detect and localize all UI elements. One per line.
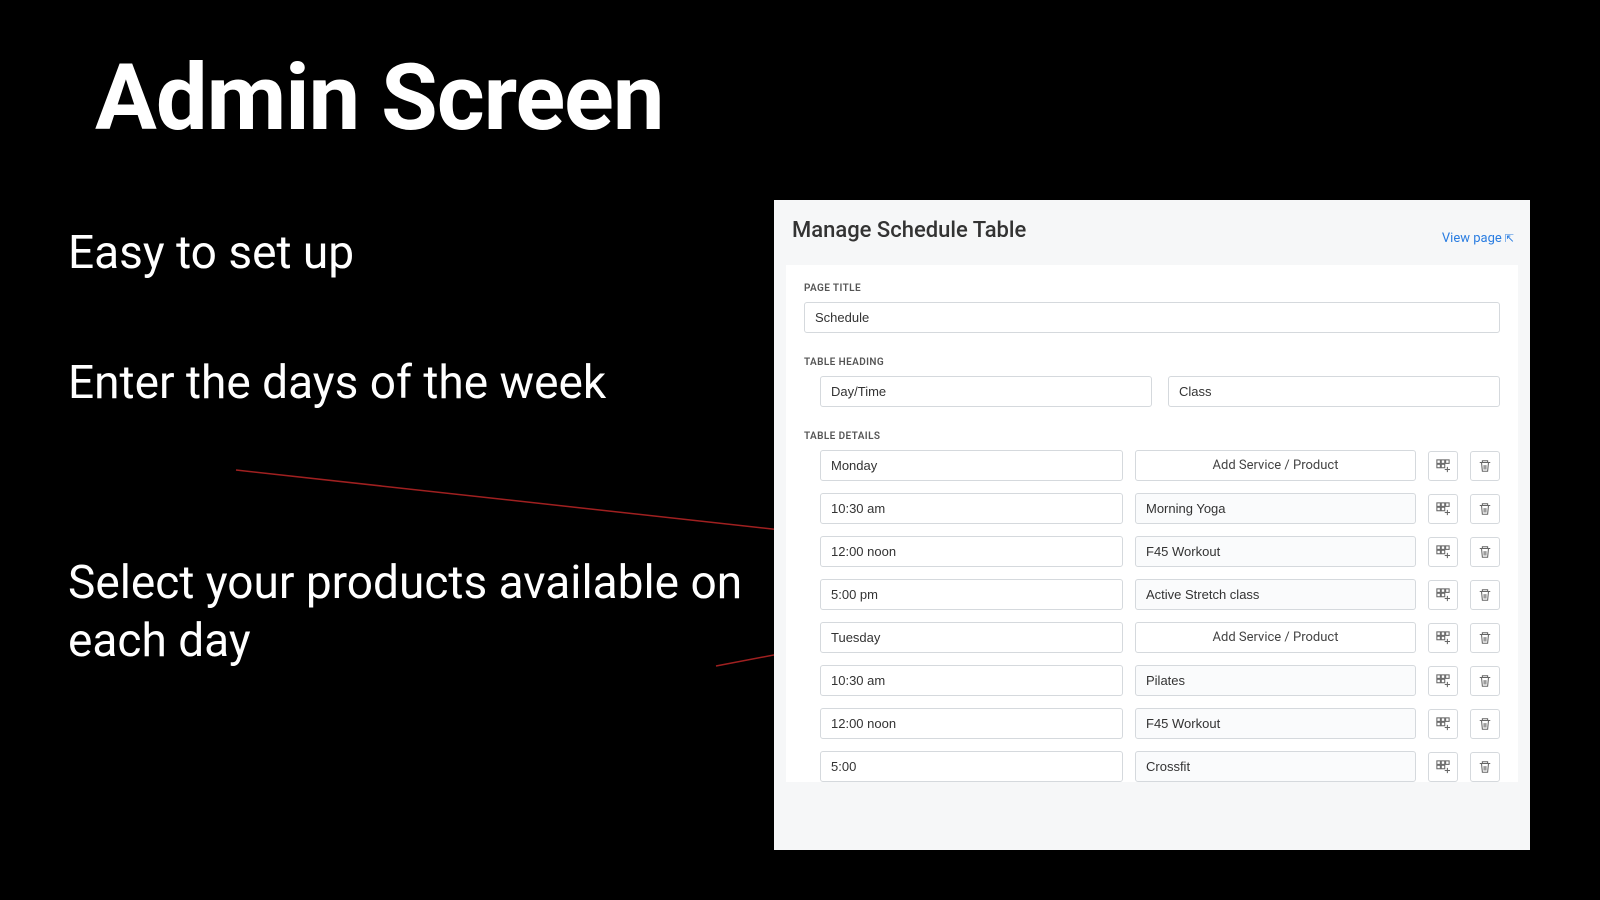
heading-col1-input[interactable] [820,376,1152,407]
row-left-input[interactable] [820,751,1123,782]
grid-plus-icon [1436,545,1450,559]
row-left-input[interactable] [820,708,1123,739]
row-right-cell [1135,536,1416,567]
row-left-input[interactable] [820,450,1123,481]
add-service-button[interactable]: Add Service / Product [1135,450,1416,481]
bullet-easy: Easy to set up [68,225,354,283]
add-row-button[interactable] [1428,580,1458,610]
page-title-input[interactable] [804,302,1500,333]
service-input[interactable] [1135,751,1416,782]
row-right-cell: Add Service / Product [1135,450,1416,481]
external-link-icon: ⇱ [1505,232,1514,245]
delete-row-button[interactable] [1470,580,1500,610]
delete-row-button[interactable] [1470,494,1500,524]
grid-plus-icon [1436,588,1450,602]
table-row [820,751,1500,782]
trash-icon [1478,588,1492,602]
table-row [820,708,1500,739]
form-card: PAGE TITLE TABLE HEADING TABLE DETAILS A… [786,265,1518,782]
grid-plus-icon [1436,760,1450,774]
table-heading-section: TABLE HEADING [804,357,1500,407]
row-right-cell [1135,579,1416,610]
add-row-button[interactable] [1428,666,1458,696]
trash-icon [1478,502,1492,516]
delete-row-button[interactable] [1470,666,1500,696]
trash-icon [1478,674,1492,688]
service-input[interactable] [1135,708,1416,739]
grid-plus-icon [1436,631,1450,645]
add-row-button[interactable] [1428,752,1458,782]
grid-plus-icon [1436,459,1450,473]
row-left-input[interactable] [820,579,1123,610]
row-right-cell: Add Service / Product [1135,622,1416,653]
table-row [820,579,1500,610]
add-service-button[interactable]: Add Service / Product [1135,622,1416,653]
service-input[interactable] [1135,579,1416,610]
grid-plus-icon [1436,502,1450,516]
add-row-button[interactable] [1428,623,1458,653]
service-input[interactable] [1135,665,1416,696]
slide-title: Admin Screen [95,45,663,152]
delete-row-button[interactable] [1470,451,1500,481]
row-left-input[interactable] [820,493,1123,524]
add-row-button[interactable] [1428,709,1458,739]
view-page-link[interactable]: View page⇱ [1442,231,1514,246]
row-right-cell [1135,708,1416,739]
add-row-button[interactable] [1428,451,1458,481]
page-title-section: PAGE TITLE [804,283,1500,333]
row-left-input[interactable] [820,536,1123,567]
row-right-cell [1135,493,1416,524]
row-left-input[interactable] [820,665,1123,696]
add-row-button[interactable] [1428,537,1458,567]
bullet-days: Enter the days of the week [68,355,606,413]
table-row [820,665,1500,696]
table-row: Add Service / Product [820,450,1500,481]
grid-plus-icon [1436,717,1450,731]
heading-col2-input[interactable] [1168,376,1500,407]
trash-icon [1478,760,1492,774]
trash-icon [1478,717,1492,731]
table-row: Add Service / Product [820,622,1500,653]
service-input[interactable] [1135,536,1416,567]
service-input[interactable] [1135,493,1416,524]
table-heading-label: TABLE HEADING [804,357,1500,368]
bullet-products: Select your products available on each d… [68,555,768,670]
table-details-section: TABLE DETAILS Add Service / Product [804,431,1500,782]
delete-row-button[interactable] [1470,537,1500,567]
delete-row-button[interactable] [1470,623,1500,653]
trash-icon [1478,631,1492,645]
add-row-button[interactable] [1428,494,1458,524]
table-row [820,536,1500,567]
delete-row-button[interactable] [1470,709,1500,739]
trash-icon [1478,459,1492,473]
admin-panel: Manage Schedule Table View page⇱ PAGE TI… [774,200,1530,850]
view-page-label: View page [1442,231,1502,246]
page-title-label: PAGE TITLE [804,283,1500,294]
table-details-label: TABLE DETAILS [804,431,1500,442]
row-left-input[interactable] [820,622,1123,653]
grid-plus-icon [1436,674,1450,688]
row-right-cell [1135,751,1416,782]
delete-row-button[interactable] [1470,752,1500,782]
row-right-cell [1135,665,1416,696]
panel-title: Manage Schedule Table [774,200,1530,253]
table-row [820,493,1500,524]
trash-icon [1478,545,1492,559]
